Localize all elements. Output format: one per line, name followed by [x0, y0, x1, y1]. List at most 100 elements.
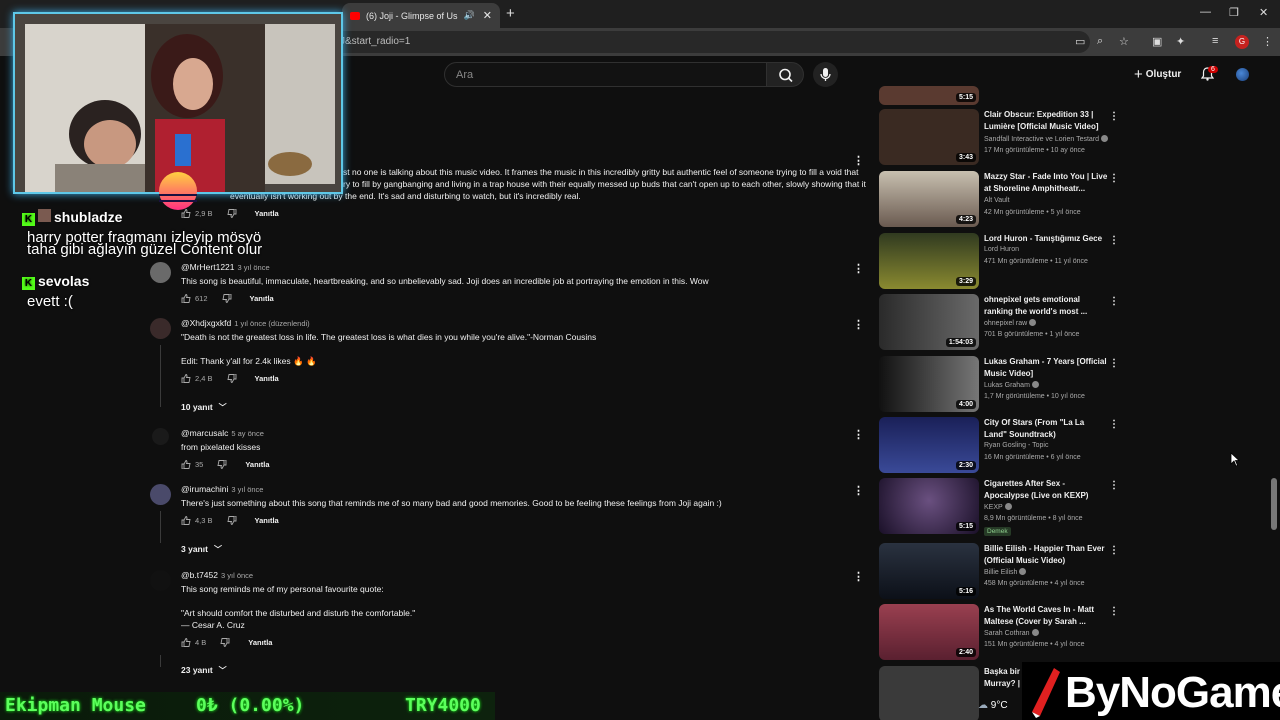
- dislike-icon[interactable]: [226, 516, 237, 525]
- video-thumbnail[interactable]: 5:15: [879, 86, 979, 105]
- video-channel[interactable]: Ryan Gosling - Topic: [984, 442, 1048, 449]
- comment-menu-icon[interactable]: ⋮: [853, 570, 864, 583]
- video-menu-icon[interactable]: ⋮: [1109, 296, 1119, 307]
- dislike-icon[interactable]: [226, 374, 237, 383]
- address-bar[interactable]: J&start_radio=1: [330, 31, 1090, 53]
- video-title[interactable]: Mazzy Star - Fade Into You | Live at Sho…: [984, 171, 1109, 195]
- reply-button[interactable]: Yanıtla: [255, 209, 279, 218]
- comment-author[interactable]: @b.t7452: [181, 570, 218, 580]
- video-title[interactable]: As The World Caves In - Matt Maltese (Co…: [984, 604, 1109, 628]
- restore-icon[interactable]: ❐: [1229, 6, 1239, 19]
- related-video[interactable]: 1:54:03 ohnepixel gets emotional ranking…: [879, 294, 1124, 352]
- search-button[interactable]: [766, 62, 804, 87]
- comment-menu-icon[interactable]: ⋮: [853, 428, 864, 441]
- reply-button[interactable]: Yanıtla: [250, 294, 274, 303]
- scrollbar[interactable]: [1271, 478, 1277, 530]
- new-tab-button[interactable]: +: [506, 5, 515, 22]
- video-channel[interactable]: Sandfall Interactive ve Lorien Testard: [984, 135, 1109, 143]
- video-thumbnail[interactable]: 5:15: [879, 478, 979, 534]
- video-channel[interactable]: Lukas Graham: [984, 381, 1039, 389]
- puzzle-icon[interactable]: ✦: [1176, 35, 1185, 48]
- video-menu-icon[interactable]: ⋮: [1109, 480, 1119, 491]
- video-thumbnail[interactable]: [879, 666, 979, 720]
- like-icon[interactable]: [181, 460, 191, 469]
- comment-age[interactable]: 1 yıl önce (düzenlendi): [234, 319, 309, 328]
- replies-toggle[interactable]: 3 yanıt ﹀: [181, 544, 222, 555]
- voice-search-button[interactable]: [813, 62, 838, 87]
- comment-age[interactable]: 3 yıl önce: [238, 263, 270, 272]
- like-icon[interactable]: [181, 374, 191, 383]
- related-video[interactable]: 5:15 Cigarettes After Sex - Apocalypse (…: [879, 478, 1124, 536]
- avatar[interactable]: [150, 484, 171, 505]
- video-thumbnail[interactable]: 5:16: [879, 543, 979, 599]
- video-thumbnail[interactable]: 4:23: [879, 171, 979, 227]
- video-thumbnail[interactable]: 1:54:03: [879, 294, 979, 350]
- video-title[interactable]: Billie Eilish - Happier Than Ever (Offic…: [984, 543, 1109, 567]
- video-title[interactable]: City Of Stars (From "La La Land" Soundtr…: [984, 417, 1109, 441]
- comment-age[interactable]: 5 ay önce: [231, 429, 264, 438]
- related-video[interactable]: 3:43 Clair Obscur: Expedition 33 | Lumiè…: [879, 109, 1124, 167]
- reply-button[interactable]: Yanıtla: [245, 460, 269, 469]
- dislike-icon[interactable]: [217, 460, 227, 469]
- account-avatar[interactable]: [1236, 68, 1249, 81]
- avatar[interactable]: [150, 262, 171, 283]
- like-icon[interactable]: [181, 638, 191, 647]
- video-channel[interactable]: Billie Eilish: [984, 568, 1027, 576]
- comment-age[interactable]: 3 yıl önce: [231, 485, 263, 494]
- browser-tab[interactable]: (6) Joji - Glimpse of Us (Offi 🔊 ✕: [342, 3, 500, 28]
- dislike-icon[interactable]: [221, 294, 232, 303]
- tab-close-icon[interactable]: ✕: [483, 9, 492, 22]
- related-video[interactable]: 5:16 Billie Eilish - Happier Than Ever (…: [879, 543, 1124, 601]
- create-button[interactable]: + Oluştur: [1134, 66, 1181, 83]
- video-menu-icon[interactable]: ⋮: [1109, 606, 1119, 617]
- zoom-icon[interactable]: ⌕: [1097, 35, 1103, 48]
- video-channel[interactable]: Sarah Cothran: [984, 629, 1039, 637]
- video-thumbnail[interactable]: 2:30: [879, 417, 979, 473]
- replies-toggle[interactable]: 23 yanıt ﹀: [181, 665, 227, 676]
- extension-icon[interactable]: ▣: [1152, 35, 1162, 48]
- profile-avatar[interactable]: G: [1235, 35, 1249, 49]
- video-title[interactable]: ohnepixel gets emotional ranking the wor…: [984, 294, 1109, 318]
- video-menu-icon[interactable]: ⋮: [1109, 111, 1119, 122]
- dislike-icon[interactable]: [220, 638, 230, 647]
- video-thumbnail[interactable]: 3:43: [879, 109, 979, 165]
- comment-menu-icon[interactable]: ⋮: [853, 484, 864, 497]
- video-title[interactable]: Lord Huron - Tanıştığımız Gece: [984, 233, 1109, 245]
- related-video[interactable]: 2:40 As The World Caves In - Matt Maltes…: [879, 604, 1124, 662]
- video-title[interactable]: Lukas Graham - 7 Years [Official Music V…: [984, 356, 1109, 380]
- related-video[interactable]: 4:23 Mazzy Star - Fade Into You | Live a…: [879, 171, 1124, 229]
- avatar[interactable]: [150, 318, 171, 339]
- like-icon[interactable]: [181, 294, 191, 303]
- avatar[interactable]: [152, 428, 169, 445]
- video-menu-icon[interactable]: ⋮: [1109, 235, 1119, 246]
- video-title[interactable]: Clair Obscur: Expedition 33 | Lumière [O…: [984, 109, 1109, 133]
- search-input[interactable]: Ara: [444, 62, 767, 87]
- comment-menu-icon[interactable]: ⋮: [853, 318, 864, 331]
- reply-button[interactable]: Yanıtla: [255, 374, 279, 383]
- minimize-icon[interactable]: —: [1200, 6, 1211, 18]
- related-video[interactable]: 5:15: [879, 86, 1124, 105]
- video-thumbnail[interactable]: 2:40: [879, 604, 979, 660]
- comment-menu-icon[interactable]: ⋮: [853, 262, 864, 275]
- video-thumbnail[interactable]: 4:00: [879, 356, 979, 412]
- comment-age[interactable]: 3 yıl önce: [221, 571, 253, 580]
- comment-menu-icon[interactable]: ⋮: [853, 154, 864, 167]
- comment-author[interactable]: @irumachini: [181, 484, 228, 494]
- video-thumbnail[interactable]: 3:29: [879, 233, 979, 289]
- video-menu-icon[interactable]: ⋮: [1109, 173, 1119, 184]
- reply-button[interactable]: Yanıtla: [248, 638, 272, 647]
- video-channel[interactable]: KEXP: [984, 503, 1012, 511]
- media-control-icon[interactable]: ≡: [1212, 35, 1218, 47]
- close-window-icon[interactable]: ✕: [1259, 6, 1268, 19]
- reply-button[interactable]: Yanıtla: [255, 516, 279, 525]
- avatar[interactable]: [150, 570, 171, 591]
- related-video[interactable]: 4:00 Lukas Graham - 7 Years [Official Mu…: [879, 356, 1124, 414]
- related-video[interactable]: 3:29 Lord Huron - Tanıştığımız Gece Lord…: [879, 233, 1124, 291]
- like-icon[interactable]: [181, 516, 191, 525]
- video-channel[interactable]: ohnepixel raw: [984, 319, 1037, 327]
- audio-icon[interactable]: 🔊: [464, 10, 475, 21]
- comment-author[interactable]: @MrHert1221: [181, 262, 235, 272]
- comment-author[interactable]: @marcusalc: [181, 428, 228, 438]
- video-channel[interactable]: Lord Huron: [984, 246, 1019, 253]
- video-channel[interactable]: Alt Vault: [984, 197, 1010, 204]
